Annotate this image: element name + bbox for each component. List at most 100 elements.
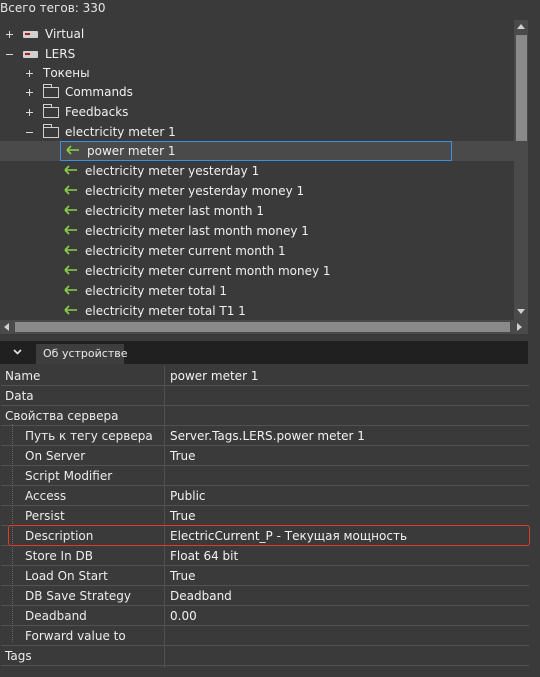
property-key: Persist [25,509,65,523]
tree-item-label: electricity meter 1 [65,125,176,139]
tree-item-label: power meter 1 [87,144,176,158]
property-grid: Name power meter 1 Data Свойства сервера… [0,364,529,670]
tree-item-tag[interactable]: electricity meter current month money 1 [0,261,514,281]
property-group-tags[interactable]: Tags [1,646,529,666]
property-row-load-on-start[interactable]: Load On Start True [1,566,529,586]
tree-horizontal-scrollbar[interactable] [0,320,528,334]
tree-item-feedbacks[interactable]: Feedbacks [0,102,514,122]
scroll-up-icon[interactable] [517,24,525,29]
tree-item-power-meter[interactable]: power meter 1 [0,141,514,161]
property-row-access[interactable]: Access Public [1,486,529,506]
tree-item-label: electricity meter current month 1 [85,244,286,258]
tree-item-tag[interactable]: electricity meter last month 1 [0,201,514,221]
tag-tree[interactable]: Virtual LERS Токены Commands Feedbacks e… [0,20,514,320]
expand-icon[interactable] [6,31,13,38]
property-key: Tags [5,649,32,663]
scroll-right-icon[interactable] [517,323,522,331]
property-row-store-in-db[interactable]: Store In DB Float 64 bit [1,546,529,566]
tree-item-label: Feedbacks [65,105,129,119]
property-row-db-save-strategy[interactable]: DB Save Strategy Deadband [1,586,529,606]
expand-icon[interactable] [26,89,33,96]
tree-item-tag[interactable]: electricity meter current month 1 [0,241,514,261]
property-group-server[interactable]: Свойства сервера [1,406,529,426]
tree-item-label: electricity meter current month money 1 [85,264,331,278]
description-highlight [8,525,530,546]
property-value[interactable]: Float 64 bit [170,549,238,563]
property-value[interactable]: True [170,509,196,523]
property-value[interactable]: Public [170,489,206,503]
tree-item-label: Commands [65,85,133,99]
tree-vertical-scrollbar[interactable] [514,20,528,320]
tree-item-label: Токены [43,66,90,80]
property-key: DB Save Strategy [25,589,131,603]
property-row-name[interactable]: Name power meter 1 [1,366,529,386]
folder-icon [43,84,59,98]
property-value[interactable]: Server.Tags.LERS.power meter 1 [170,429,365,443]
property-key: Свойства сервера [5,409,119,423]
tree-item-tag[interactable]: electricity meter last month money 1 [0,221,514,241]
device-icon [23,51,38,58]
property-value[interactable]: True [170,569,196,583]
tag-arrow-icon [64,205,77,215]
tag-arrow-icon [64,265,77,275]
property-key: Name [5,369,41,383]
tab-label: Об устройстве [43,347,128,360]
device-icon [23,31,38,38]
folder-icon [43,104,59,118]
collapse-icon[interactable] [6,51,13,58]
property-key: Load On Start [25,569,108,583]
scroll-thumb[interactable] [15,322,510,332]
property-row-forward-value[interactable]: Forward value to [1,626,529,646]
tag-arrow-icon [64,285,77,295]
tag-arrow-icon [64,185,77,195]
expand-icon[interactable] [26,70,33,77]
property-key: Deadband [25,609,87,623]
scroll-down-icon[interactable] [517,309,525,314]
property-key: Forward value to [25,629,126,643]
chevron-down-icon[interactable] [13,349,22,355]
expand-icon[interactable] [26,109,33,116]
tree-item-tag[interactable]: electricity meter yesterday 1 [0,161,514,181]
tag-arrow-icon [64,165,77,175]
tag-arrow-icon [64,245,77,255]
property-row-deadband[interactable]: Deadband 0.00 [1,606,529,626]
tree-item-tokens[interactable]: Токены [0,63,514,83]
total-tags-label: Всего тегов: 330 [0,1,106,15]
tree-item-label: electricity meter yesterday 1 [85,164,260,178]
property-value[interactable]: Deadband [170,589,232,603]
property-key: Путь к тегу сервера [25,429,153,443]
tree-item-label: electricity meter last month money 1 [85,224,309,238]
property-key: Data [5,389,34,403]
tree-item-tag[interactable]: electricity meter yesterday money 1 [0,181,514,201]
property-key: On Server [25,449,86,463]
property-row-persist[interactable]: Persist True [1,506,529,526]
scroll-thumb[interactable] [516,35,527,141]
tree-item-label: electricity meter total T1 1 [85,304,246,318]
property-value[interactable]: 0.00 [170,609,197,623]
collapse-icon[interactable] [26,129,33,136]
tree-item-electricity-meter[interactable]: electricity meter 1 [0,122,514,142]
property-value[interactable]: True [170,449,196,463]
header-bar: Всего тегов: 330 [0,0,540,18]
property-key: Access [25,489,67,503]
property-key: Store In DB [25,549,93,563]
tag-arrow-icon [64,305,77,315]
property-row-server-path[interactable]: Путь к тегу сервера Server.Tags.LERS.pow… [1,426,529,446]
scroll-left-icon[interactable] [4,323,9,331]
property-value[interactable]: power meter 1 [170,369,258,383]
tree-item-lers[interactable]: LERS [0,44,514,64]
tree-item-label: Virtual [45,27,85,41]
property-row-script-modifier[interactable]: Script Modifier [1,466,529,486]
tree-item-label: electricity meter yesterday money 1 [85,184,305,198]
tree-item-commands[interactable]: Commands [0,82,514,102]
tab-device-info[interactable]: Об устройстве [36,344,128,364]
tag-arrow-icon [66,145,79,155]
column-divider [164,366,165,668]
property-key: Script Modifier [25,469,113,483]
folder-open-icon [43,124,59,138]
tree-item-tag[interactable]: electricity meter total T1 1 [0,301,514,320]
tree-item-tag[interactable]: electricity meter total 1 [0,281,514,301]
property-row-data[interactable]: Data [1,386,529,406]
property-row-on-server[interactable]: On Server True [1,446,529,466]
tree-item-virtual[interactable]: Virtual [0,24,514,44]
